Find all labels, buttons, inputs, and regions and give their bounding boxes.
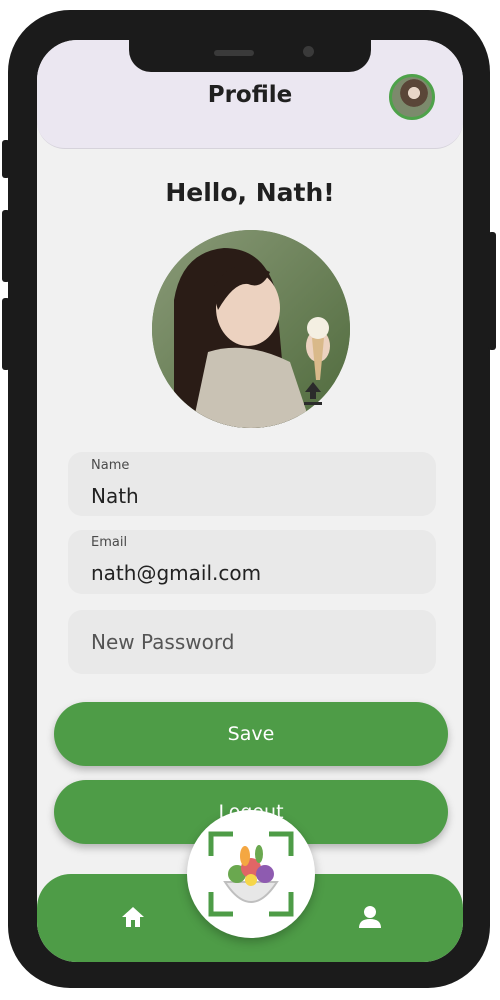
new-password-placeholder: New Password	[91, 630, 235, 654]
phone-notch	[129, 40, 371, 72]
speaker-grille	[214, 50, 254, 56]
greeting-text: Hello, Nath!	[165, 178, 335, 207]
name-field-value: Nath	[91, 484, 139, 508]
front-camera	[303, 46, 314, 57]
phone-volume-up	[2, 210, 10, 282]
save-button[interactable]: Save	[54, 702, 448, 766]
app-screen: Profile Hello, Nath! Name Nath Email nat…	[37, 40, 463, 962]
phone-volume-down	[2, 298, 10, 370]
scan-food-button[interactable]	[187, 810, 315, 938]
upload-icon[interactable]	[302, 380, 324, 406]
home-icon[interactable]	[120, 905, 146, 929]
name-field[interactable]: Name Nath	[68, 452, 436, 516]
scan-food-icon	[208, 831, 294, 917]
new-password-field[interactable]: New Password	[68, 610, 436, 674]
email-field-value: nath@gmail.com	[91, 561, 262, 585]
person-icon[interactable]	[357, 904, 383, 930]
phone-mute-switch	[2, 140, 10, 178]
email-field-label: Email	[91, 535, 128, 550]
email-field[interactable]: Email nath@gmail.com	[68, 530, 436, 594]
user-avatar[interactable]	[389, 74, 435, 120]
phone-power-button	[488, 232, 496, 350]
name-field-label: Name	[91, 458, 130, 473]
